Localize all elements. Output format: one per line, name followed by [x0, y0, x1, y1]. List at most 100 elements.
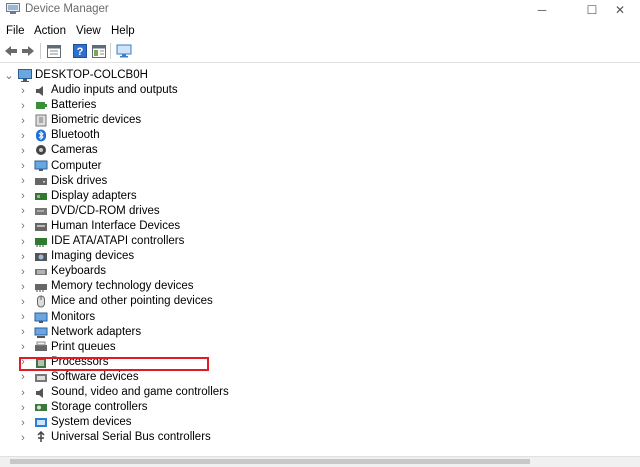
tree-item-monitor[interactable]: › Monitors — [0, 310, 400, 325]
monitor-icon[interactable] — [116, 43, 132, 59]
tree-item-label: System devices — [51, 416, 132, 429]
tree-item-label: Human Interface Devices — [51, 219, 181, 232]
tree-item-printer[interactable]: › Print queues — [0, 340, 400, 355]
tree-item-fingerprint[interactable]: › Biometric devices — [0, 113, 400, 128]
expand-chevron-icon[interactable]: › — [18, 325, 28, 340]
tree-item-label: Monitors — [51, 310, 96, 323]
tree-item-network[interactable]: › Network adapters — [0, 325, 400, 340]
expand-chevron-icon[interactable]: › — [18, 189, 28, 204]
toolbar-separator — [40, 43, 41, 59]
expand-chevron-icon[interactable]: › — [18, 430, 28, 445]
toolbar: ? — [0, 40, 640, 63]
expand-chevron-icon[interactable]: › — [18, 98, 28, 113]
menu-action[interactable]: Action — [34, 25, 66, 37]
tree-item-keyboard[interactable]: › Keyboards — [0, 264, 400, 279]
tree-item-mouse[interactable]: › Mice and other pointing devices — [0, 294, 400, 309]
computer-name: DESKTOP-COLCB0H — [35, 69, 148, 81]
expand-chevron-icon[interactable]: › — [18, 174, 28, 189]
monitor-icon — [34, 311, 48, 324]
tree-item-dvd[interactable]: › DVD/CD-ROM drives — [0, 204, 400, 219]
dvd-icon — [34, 205, 48, 218]
collapse-chevron-icon[interactable]: ⌄ — [4, 68, 14, 83]
mouse-icon — [34, 295, 48, 308]
tree-item-camera[interactable]: › Cameras — [0, 143, 400, 158]
tree-item-label: Keyboards — [51, 265, 106, 278]
camera-icon — [34, 144, 48, 157]
tree-item-label: Cameras — [51, 144, 98, 157]
scrollbar-thumb[interactable] — [10, 459, 530, 464]
svg-text:?: ? — [77, 46, 84, 58]
expand-chevron-icon[interactable]: › — [18, 400, 28, 415]
menu-help[interactable]: Help — [111, 25, 135, 37]
tree-item-ide[interactable]: › IDE ATA/ATAPI controllers — [0, 234, 400, 249]
tree-item-software-device[interactable]: › Software devices — [0, 370, 400, 385]
fingerprint-icon — [34, 114, 48, 127]
tree-item-system[interactable]: › System devices — [0, 415, 400, 430]
forward-icon[interactable] — [20, 43, 36, 59]
bluetooth-icon — [34, 129, 48, 142]
expand-chevron-icon[interactable]: › — [18, 159, 28, 174]
tree-item-imaging[interactable]: › Imaging devices — [0, 249, 400, 264]
tree-item-disk[interactable]: › Disk drives — [0, 174, 400, 189]
system-icon — [34, 416, 48, 429]
tree-item-label: DVD/CD-ROM drives — [51, 204, 160, 217]
printer-icon — [34, 341, 48, 354]
tree-item-label: Bluetooth — [51, 129, 100, 142]
memory-icon — [34, 280, 48, 293]
expand-chevron-icon[interactable]: › — [18, 340, 28, 355]
menu-view[interactable]: View — [76, 25, 101, 37]
help-icon[interactable]: ? — [72, 43, 88, 59]
back-icon[interactable] — [3, 43, 19, 59]
window-title: Device Manager — [25, 3, 109, 15]
tree-item-label: Memory technology devices — [51, 280, 194, 293]
tree-item-sound[interactable]: › Sound, video and game controllers — [0, 385, 400, 400]
tree-item-label: Audio inputs and outputs — [51, 84, 178, 96]
tree-item-speaker[interactable]: › Audio inputs and outputs — [0, 83, 400, 98]
hid-icon — [34, 220, 48, 233]
tree-item-label: Network adapters — [51, 325, 142, 338]
computer-icon — [18, 69, 32, 82]
expand-chevron-icon[interactable]: › — [18, 415, 28, 430]
tree-item-hid[interactable]: › Human Interface Devices — [0, 219, 400, 234]
device-tree[interactable]: ⌄ DESKTOP-COLCB0H › Audio inputs and outp… — [0, 64, 640, 456]
network-icon — [34, 326, 48, 339]
show-hide-icon[interactable] — [91, 43, 107, 59]
expand-chevron-icon[interactable]: › — [18, 279, 28, 294]
tree-item-storage[interactable]: › Storage controllers — [0, 400, 400, 415]
tree-item-computer[interactable]: › Computer — [0, 159, 400, 174]
minimize-button[interactable]: ─ — [522, 0, 562, 20]
sound-icon — [34, 386, 48, 399]
expand-chevron-icon[interactable]: › — [18, 204, 28, 219]
expand-chevron-icon[interactable]: › — [18, 113, 28, 128]
close-button[interactable]: ✕ — [600, 0, 640, 20]
tree-item-label: Batteries — [51, 99, 97, 112]
expand-chevron-icon[interactable]: › — [18, 310, 28, 325]
expand-chevron-icon[interactable]: › — [18, 83, 28, 98]
highlight-box — [19, 357, 209, 371]
tree-item-label: Display adapters — [51, 189, 137, 202]
tree-item-bluetooth[interactable]: › Bluetooth — [0, 128, 400, 143]
tree-item-display-adapter[interactable]: › Display adapters — [0, 189, 400, 204]
expand-chevron-icon[interactable]: › — [18, 143, 28, 158]
expand-chevron-icon[interactable]: › — [18, 385, 28, 400]
expand-chevron-icon[interactable]: › — [18, 128, 28, 143]
expand-chevron-icon[interactable]: › — [18, 234, 28, 249]
display-adapter-icon — [34, 190, 48, 203]
horizontal-scrollbar[interactable] — [0, 456, 640, 467]
expand-chevron-icon[interactable]: › — [18, 370, 28, 385]
expand-chevron-icon[interactable]: › — [18, 294, 28, 309]
expand-chevron-icon[interactable]: › — [18, 264, 28, 279]
tree-root[interactable]: ⌄ DESKTOP-COLCB0H — [0, 68, 300, 83]
tree-item-memory[interactable]: › Memory technology devices — [0, 279, 400, 294]
tree-item-label: Disk drives — [51, 174, 108, 187]
properties-icon[interactable] — [46, 43, 62, 59]
tree-item-label: Biometric devices — [51, 114, 142, 127]
tree-item-usb[interactable]: › Universal Serial Bus controllers — [0, 430, 400, 445]
menu-file[interactable]: File — [6, 25, 25, 37]
tree-item-label: Mice and other pointing devices — [51, 295, 213, 308]
tree-item-label: Storage controllers — [51, 401, 148, 414]
menu-bar: File Action View Help — [0, 22, 640, 40]
expand-chevron-icon[interactable]: › — [18, 249, 28, 264]
tree-item-battery[interactable]: › Batteries — [0, 98, 400, 113]
expand-chevron-icon[interactable]: › — [18, 219, 28, 234]
